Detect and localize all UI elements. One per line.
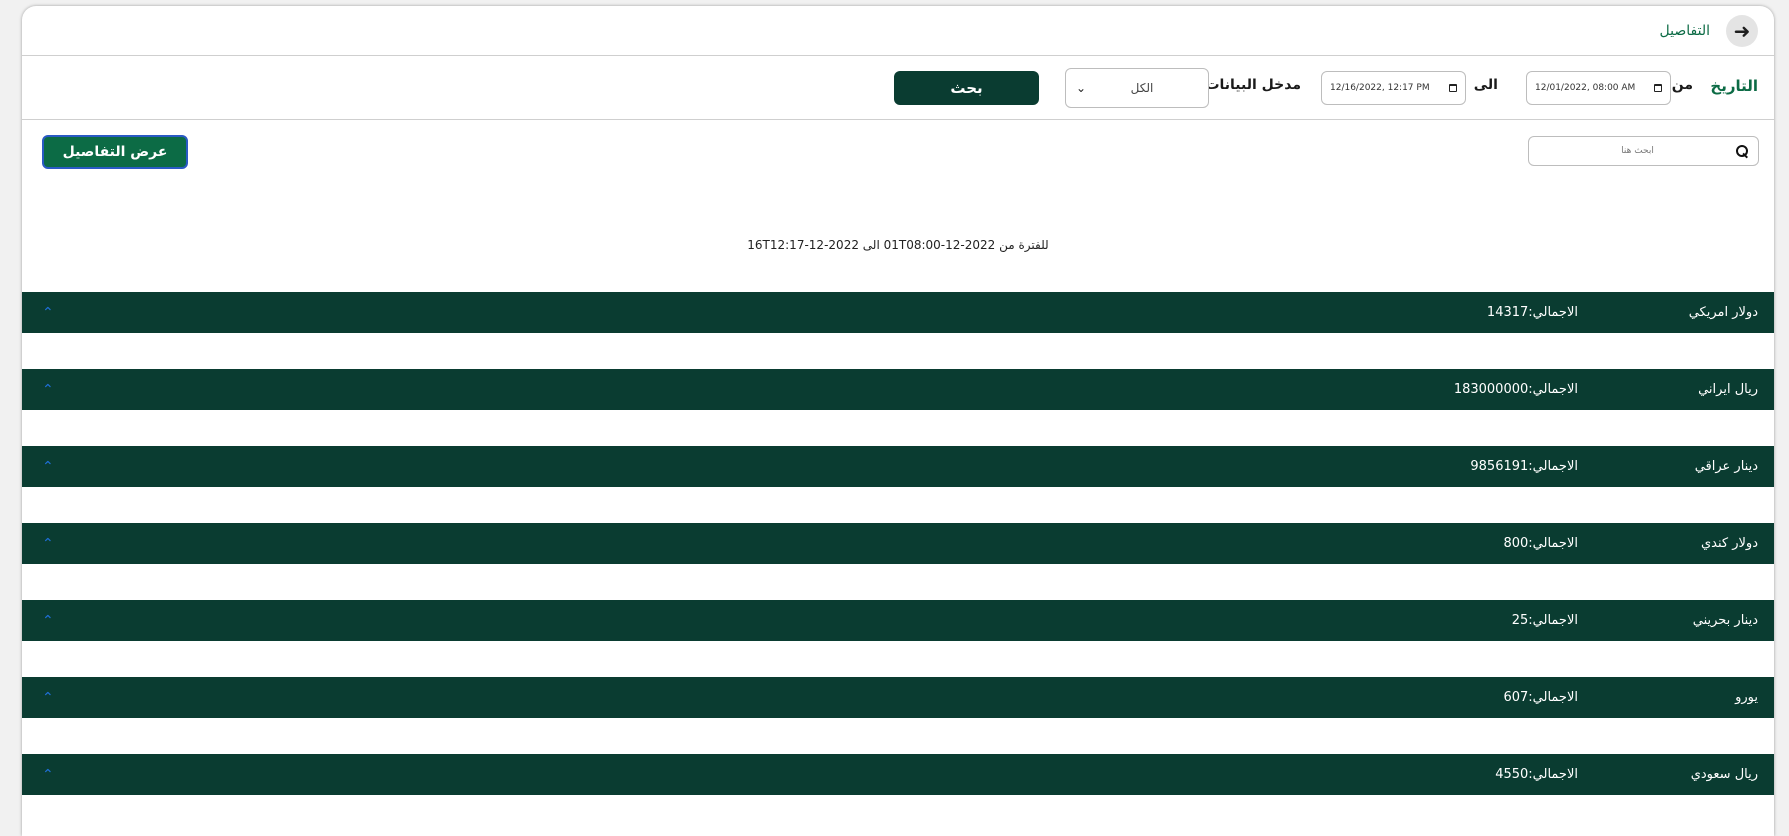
top-bar: ➜ التفاصيل	[22, 6, 1774, 56]
filter-bar: التاريخ من 12/01/2022, 08:00 AM الى 12/1…	[22, 56, 1774, 120]
currency-row[interactable]: دولار امريكي الاجمالي:14317 ⌃	[22, 292, 1774, 333]
currency-total: الاجمالي:4550	[1495, 767, 1578, 782]
currency-name: دينار بحريني	[1692, 613, 1758, 628]
currency-row[interactable]: دينار عراقي الاجمالي:9856191 ⌃	[22, 446, 1774, 487]
page-title: التفاصيل	[1659, 22, 1710, 39]
chevron-up-icon[interactable]: ⌃	[42, 292, 54, 333]
chevron-up-icon[interactable]: ⌃	[42, 523, 54, 564]
currency-total: الاجمالي:183000000	[1453, 382, 1578, 397]
currency-name: دولار امريكي	[1688, 305, 1758, 320]
data-entry-select[interactable]: الكل ⌄	[1065, 68, 1209, 108]
chevron-up-icon[interactable]: ⌃	[42, 600, 54, 641]
search-placeholder: ابحث هنا	[1621, 146, 1654, 156]
chevron-up-icon[interactable]: ⌃	[42, 446, 54, 487]
from-date-value: 12/01/2022, 08:00 AM	[1535, 83, 1636, 93]
search-button[interactable]: بحث	[894, 71, 1039, 105]
currency-total: الاجمالي:14317	[1486, 305, 1578, 320]
search-input[interactable]: ابحث هنا	[1528, 136, 1759, 166]
currency-name: دينار عراقي	[1694, 459, 1758, 474]
currency-row[interactable]: ريال ايراني الاجمالي:183000000 ⌃	[22, 369, 1774, 410]
currency-total: الاجمالي:9856191	[1470, 459, 1578, 474]
currency-list: دولار امريكي الاجمالي:14317 ⌃ ريال ايران…	[22, 292, 1774, 831]
arrow-right-icon[interactable]: ➜	[1726, 14, 1758, 47]
to-date-value: 12/16/2022, 12:17 PM	[1330, 83, 1430, 93]
currency-name: ريال سعودي	[1690, 767, 1758, 782]
chevron-up-icon[interactable]: ⌃	[42, 754, 54, 795]
date-label: التاريخ	[1710, 77, 1758, 95]
currency-name: يورو	[1735, 690, 1758, 705]
to-date-input[interactable]: 12/16/2022, 12:17 PM	[1321, 71, 1466, 105]
currency-row[interactable]: دولار كندي الاجمالي:800 ⌃	[22, 523, 1774, 564]
chevron-down-icon: ⌄	[1076, 81, 1087, 95]
to-label: الى	[1473, 77, 1498, 93]
search-icon	[1736, 145, 1748, 157]
currency-name: دولار كندي	[1700, 536, 1758, 551]
currency-row[interactable]: دينار بحريني الاجمالي:25 ⌃	[22, 600, 1774, 641]
data-entry-label: مدخل البيانات	[1205, 77, 1301, 93]
currency-row[interactable]: يورو الاجمالي:607 ⌃	[22, 677, 1774, 718]
currency-row[interactable]: ريال سعودي الاجمالي:4550 ⌃	[22, 754, 1774, 795]
details-card: ➜ التفاصيل التاريخ من 12/01/2022, 08:00 …	[22, 6, 1774, 836]
period-text: للفترة من 2022-12-01T08:00 الى 2022-12-1…	[747, 238, 1049, 252]
calendar-icon[interactable]	[1449, 84, 1457, 92]
chevron-up-icon[interactable]: ⌃	[42, 369, 54, 410]
show-details-button[interactable]: عرض التفاصيل	[42, 135, 188, 169]
currency-total: الاجمالي:607	[1503, 690, 1578, 705]
currency-total: الاجمالي:800	[1503, 536, 1578, 551]
data-entry-selected: الكل	[1130, 81, 1154, 95]
from-date-input[interactable]: 12/01/2022, 08:00 AM	[1526, 71, 1671, 105]
calendar-icon[interactable]	[1654, 84, 1662, 92]
currency-name: ريال ايراني	[1698, 382, 1758, 397]
currency-total: الاجمالي:25	[1511, 613, 1578, 628]
from-label: من	[1671, 77, 1693, 93]
chevron-up-icon[interactable]: ⌃	[42, 677, 54, 718]
